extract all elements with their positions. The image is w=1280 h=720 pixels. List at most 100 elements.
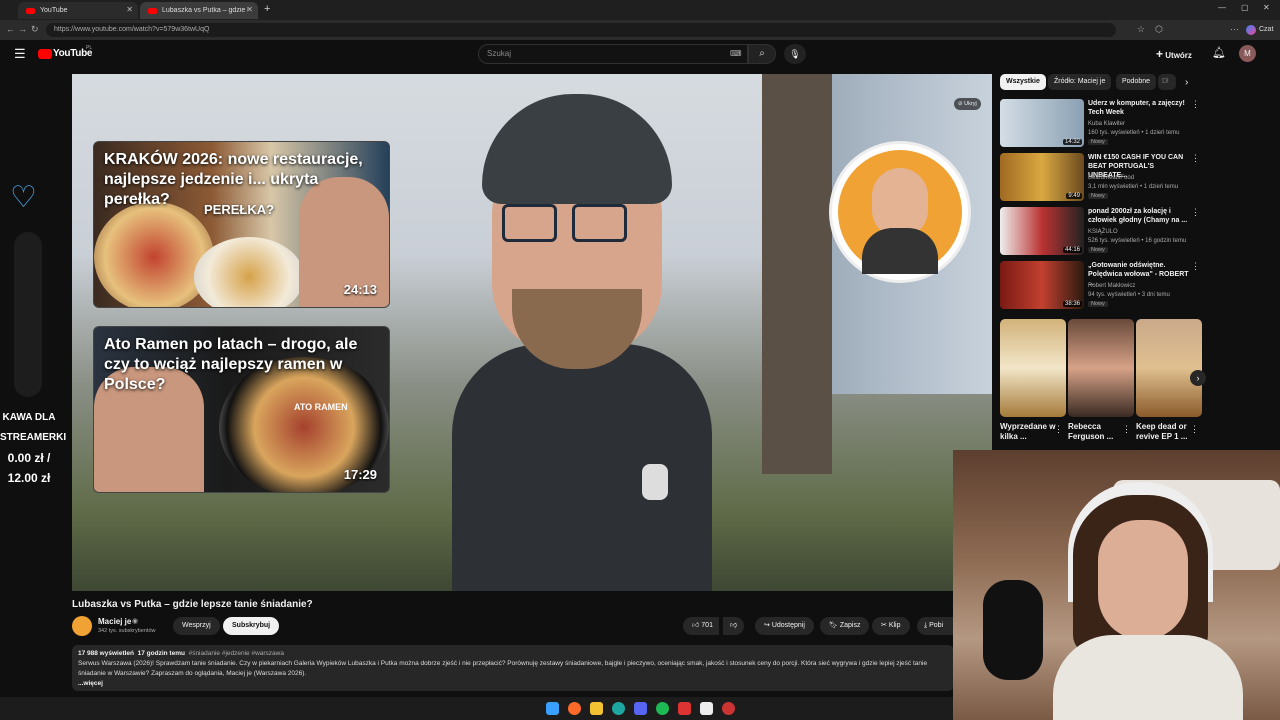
shorts-next-icon[interactable]: ›: [1190, 370, 1206, 386]
new-badge: Nowy: [1088, 139, 1108, 145]
chat-label[interactable]: Czat: [1259, 26, 1273, 33]
recommendation-item[interactable]: 9:49 WIN €150 CASH IF YOU CAN BEAT PORTU…: [1000, 153, 1200, 203]
app-icon[interactable]: [700, 702, 713, 715]
share-button[interactable]: ↪ Udostępnij: [755, 617, 814, 635]
hide-button[interactable]: ⊘ Ukryj: [954, 98, 981, 110]
save-label: Zapisz: [839, 622, 861, 629]
video-description[interactable]: 17 988 wyświetleń 17 godzin temu #śniada…: [72, 645, 954, 691]
more-options-icon[interactable]: ⋮: [1191, 207, 1200, 218]
new-tab-icon[interactable]: +: [264, 3, 270, 15]
chevron-right-icon[interactable]: ›: [1185, 77, 1188, 88]
recommendation-item[interactable]: 38:36 „Gotowanie odświętne. Polędwica wo…: [1000, 261, 1200, 311]
scissors-icon: ✂: [881, 622, 887, 629]
short-title[interactable]: Keep dead or revive EP 1 ...: [1136, 422, 1194, 442]
url-field[interactable]: https://www.youtube.com/watch?v=579w36tw…: [46, 23, 1116, 37]
app-icon[interactable]: [678, 702, 691, 715]
recommendation-channel: KSIĄŻULO: [1088, 229, 1118, 235]
support-button[interactable]: Wesprzyj: [173, 617, 220, 635]
more-options-icon[interactable]: ⋮: [1054, 424, 1063, 435]
close-icon[interactable]: ✕: [246, 5, 253, 14]
menu-dots-icon[interactable]: ⋯: [1230, 24, 1239, 35]
youtube-logo-icon[interactable]: [38, 49, 52, 59]
video-player[interactable]: ⊘ Ukryj KRAKÓW 2026: nowe restauracje, n…: [72, 74, 992, 591]
hamburger-menu-icon[interactable]: ☰: [14, 46, 26, 62]
short-thumbnail[interactable]: [1136, 319, 1202, 417]
notifications-bell-icon[interactable]: 🔔︎: [1212, 46, 1226, 59]
chip-source[interactable]: Źródło: Maciej je: [1048, 74, 1112, 90]
close-window-icon[interactable]: ✕: [1263, 3, 1270, 12]
app-icon[interactable]: [722, 702, 735, 715]
pizza-image: [94, 202, 214, 307]
close-icon[interactable]: ✕: [126, 5, 133, 14]
streamer-face: [1098, 520, 1188, 640]
reload-icon[interactable]: ↻: [31, 24, 39, 35]
search-button[interactable]: ⌕: [748, 44, 776, 64]
create-button[interactable]: + Utwórz: [1156, 45, 1192, 63]
channel-name[interactable]: Maciej je: [98, 617, 131, 626]
short-title[interactable]: Rebecca Ferguson ...: [1068, 422, 1126, 442]
discord-icon[interactable]: [634, 702, 647, 715]
search-input[interactable]: Szukaj: [478, 44, 748, 64]
person: [402, 94, 732, 591]
copilot-icon[interactable]: [1246, 25, 1256, 35]
recommendation-channel: Robert Makłowicz: [1088, 283, 1136, 289]
windows-start-icon[interactable]: [546, 702, 559, 715]
microphone-icon[interactable]: 🎙︎: [784, 44, 806, 64]
short-title[interactable]: Wyprzedane w kilka ...: [1000, 422, 1058, 442]
star-icon[interactable]: ☆: [1137, 24, 1145, 35]
goal-line-1: KAWA DLA: [2, 412, 56, 423]
subscribe-button[interactable]: Subskrybuj: [223, 617, 280, 635]
recommendation-item[interactable]: 14:32 Uderz w komputer, a zajęczy! Tech …: [1000, 99, 1200, 149]
more-options-icon[interactable]: ⋮: [1190, 424, 1199, 435]
clip-button[interactable]: ✂ Klip: [872, 617, 910, 635]
dislike-button[interactable]: 👎︎: [723, 617, 745, 635]
avatar[interactable]: M: [1239, 45, 1256, 62]
subscriber-count: 342 tys. subskrybentów: [98, 628, 156, 634]
download-button[interactable]: ⤓ Pobi: [917, 617, 953, 635]
short-thumbnail[interactable]: [1068, 319, 1134, 417]
recommendation-item[interactable]: 44:16 ponad 2000zł za kolację i człowiek…: [1000, 207, 1200, 257]
save-button[interactable]: 🔖︎ Zapisz: [820, 617, 870, 635]
extensions-icon[interactable]: ⬡: [1155, 24, 1163, 35]
edge-icon[interactable]: [612, 702, 625, 715]
keyboard-icon[interactable]: ⌨: [730, 49, 742, 58]
like-button[interactable]: 👍︎ 701: [683, 617, 719, 635]
recommendation-thumbnail: 14:32: [1000, 99, 1084, 147]
firefox-icon[interactable]: [568, 702, 581, 715]
upload-age: 17 godzin temu: [137, 650, 185, 657]
webcam-overlay: [953, 450, 1280, 720]
spotify-icon[interactable]: [656, 702, 669, 715]
new-badge: Nowy: [1088, 193, 1108, 199]
tab-youtube[interactable]: YouTube ✕: [18, 2, 138, 19]
microphone-icon: [983, 580, 1043, 680]
show-more-link[interactable]: ...więcej: [78, 679, 948, 689]
end-card-video[interactable]: Ato Ramen po latach – drogo, ale czy to …: [93, 326, 390, 493]
donation-goal: KAWA DLA STREAMERKI 0.00 zł / 12.00 zł: [0, 408, 67, 488]
recommendation-channel: Kuba Klawiter: [1088, 121, 1126, 127]
streamer-body: [1053, 635, 1243, 720]
more-options-icon[interactable]: ⋮: [1191, 153, 1200, 164]
short-thumbnail[interactable]: [1000, 319, 1066, 417]
chip-partial[interactable]: Dl: [1158, 74, 1176, 90]
more-options-icon[interactable]: ⋮: [1191, 261, 1200, 272]
chip-related[interactable]: Podobne: [1116, 74, 1157, 90]
youtube-favicon-icon: [26, 7, 35, 14]
hashtags[interactable]: #śniadanie #jedzenie #warszawa: [189, 650, 284, 657]
chip-all[interactable]: Wszystkie: [1000, 74, 1046, 90]
end-card-video[interactable]: KRAKÓW 2026: nowe restauracje, najlepsze…: [93, 141, 390, 308]
goal-line-2: STREAMERKI: [0, 432, 67, 443]
more-options-icon[interactable]: ⋮: [1191, 99, 1200, 110]
maximize-icon[interactable]: ▢: [1241, 3, 1249, 12]
tab-video[interactable]: Lubaszka vs Putka – gdzie lepsze t... ✕: [140, 2, 258, 19]
back-icon[interactable]: ←: [6, 24, 15, 34]
forward-icon[interactable]: →: [18, 24, 27, 34]
goal-progress-bar: [14, 232, 42, 397]
minimize-icon[interactable]: —: [1218, 3, 1226, 12]
more-options-icon[interactable]: ⋮: [1122, 424, 1131, 435]
channel-watermark-logo[interactable]: [829, 141, 971, 283]
like-count: 701: [701, 622, 713, 629]
file-explorer-icon[interactable]: [590, 702, 603, 715]
channel-avatar[interactable]: [72, 616, 92, 636]
browser-tab-bar: YouTube ✕ Lubaszka vs Putka – gdzie leps…: [0, 0, 1280, 20]
thumbs-down-icon: 👎︎: [730, 622, 738, 629]
